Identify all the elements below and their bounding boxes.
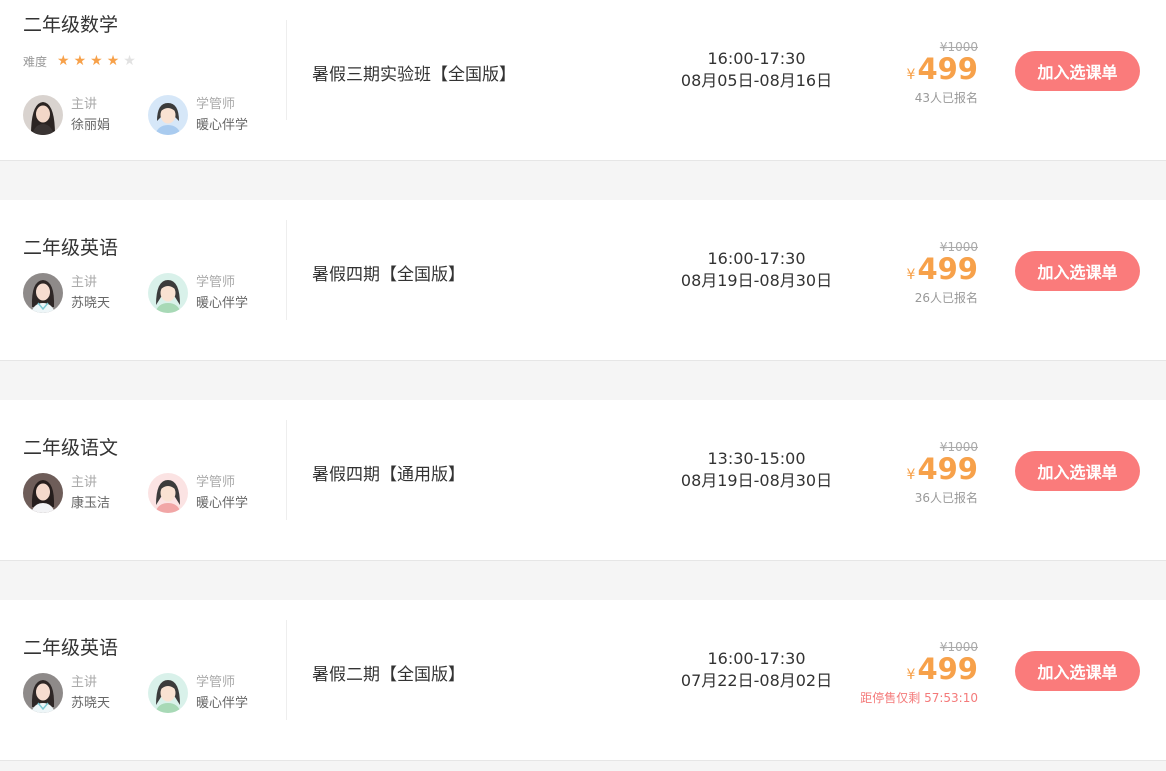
price-block: ¥1000 ¥499 36人已报名 [818, 440, 978, 506]
sale-countdown: 距停售仅剩 57:53:10 [860, 691, 978, 705]
teacher-role-label: 主讲 [71, 475, 98, 490]
assistant-info[interactable]: 学管师 暖心伴学 [148, 672, 248, 714]
teacher-avatar[interactable] [23, 673, 63, 713]
star-filled-icon: ★ [57, 53, 70, 69]
add-to-cart-button[interactable]: 加入选课单 [1015, 51, 1140, 91]
divider [286, 220, 287, 320]
assistant-name: 暖心伴学 [196, 296, 249, 311]
class-name[interactable]: 暑假四期【通用版】 [312, 460, 465, 485]
price-amount: 499 [917, 252, 978, 286]
price-block: ¥1000 ¥499 距停售仅剩 57:53:10 [818, 640, 978, 706]
teacher-name: 苏晓天 [71, 696, 111, 711]
assistant-name: 暖心伴学 [196, 118, 249, 133]
current-price: ¥499 [818, 254, 978, 290]
teacher-role-label: 主讲 [71, 675, 98, 690]
course-subject: 二年级英语 [23, 237, 119, 259]
star-filled-icon: ★ [90, 53, 103, 69]
class-name[interactable]: 暑假二期【全国版】 [312, 660, 465, 685]
assistant-name: 暖心伴学 [196, 496, 249, 511]
divider [286, 620, 287, 720]
teacher-info[interactable]: 主讲 康玉洁 [23, 472, 110, 514]
current-price: ¥499 [818, 454, 978, 490]
course-card: 二年级英语 主讲 苏晓天 [0, 600, 1166, 761]
price-block: ¥1000 ¥499 43人已报名 [818, 40, 978, 106]
teacher-name: 康玉洁 [71, 496, 111, 511]
currency-symbol: ¥ [906, 667, 916, 683]
teacher-avatar[interactable] [23, 95, 63, 135]
teacher-avatar[interactable] [23, 473, 63, 513]
class-name[interactable]: 暑假三期实验班【全国版】 [312, 60, 516, 85]
add-to-cart-button[interactable]: 加入选课单 [1015, 451, 1140, 491]
currency-symbol: ¥ [906, 467, 916, 483]
assistant-role-label: 学管师 [196, 475, 236, 490]
teacher-name: 徐丽娟 [71, 118, 111, 133]
divider [286, 20, 287, 120]
class-name[interactable]: 暑假四期【全国版】 [312, 260, 465, 285]
current-price: ¥499 [818, 54, 978, 90]
add-to-cart-button[interactable]: 加入选课单 [1015, 251, 1140, 291]
course-list: 二年级数学 难度 ★ ★ ★ ★ ★ 主讲 徐丽娟 学管师 暖心伴学 暑假三期实… [0, 0, 1166, 771]
enrolled-count: 36人已报名 [914, 491, 978, 505]
assistant-name: 暖心伴学 [196, 696, 249, 711]
assistant-avatar[interactable] [148, 673, 188, 713]
course-card: 二年级语文 主讲 康玉洁 学管师 暖心伴学 暑假四期【通用版】 13:30-15… [0, 400, 1166, 561]
assistant-role-label: 学管师 [196, 275, 236, 290]
course-card: 二年级数学 难度 ★ ★ ★ ★ ★ 主讲 徐丽娟 学管师 暖心伴学 暑假三期实… [0, 0, 1166, 161]
assistant-avatar[interactable] [148, 95, 188, 135]
assistant-role-label: 学管师 [196, 97, 236, 112]
teacher-role-label: 主讲 [71, 275, 98, 290]
teacher-info[interactable]: 主讲 徐丽娟 [23, 94, 110, 136]
assistant-avatar[interactable] [148, 273, 188, 313]
course-subject: 二年级数学 [23, 14, 119, 36]
course-subject: 二年级语文 [23, 437, 119, 459]
teacher-info[interactable]: 主讲 苏晓天 [23, 272, 110, 314]
teacher-name: 苏晓天 [71, 296, 111, 311]
price-amount: 499 [917, 452, 978, 486]
difficulty-rating: 难度 ★ ★ ★ ★ ★ [23, 52, 140, 70]
currency-symbol: ¥ [906, 67, 916, 83]
course-subject: 二年级英语 [23, 637, 119, 659]
star-empty-icon: ★ [123, 53, 136, 69]
currency-symbol: ¥ [906, 267, 916, 283]
assistant-role-label: 学管师 [196, 675, 236, 690]
assistant-info[interactable]: 学管师 暖心伴学 [148, 472, 248, 514]
teacher-role-label: 主讲 [71, 97, 98, 112]
enrolled-count: 43人已报名 [914, 91, 978, 105]
star-filled-icon: ★ [73, 53, 87, 69]
divider [286, 420, 287, 520]
assistant-info[interactable]: 学管师 暖心伴学 [148, 94, 248, 136]
enrolled-count: 26人已报名 [914, 291, 978, 305]
current-price: ¥499 [818, 654, 978, 690]
course-card: 二年级英语 主讲 苏晓天 [0, 200, 1166, 361]
assistant-avatar[interactable] [148, 473, 188, 513]
price-block: ¥1000 ¥499 26人已报名 [818, 240, 978, 306]
difficulty-label: 难度 [23, 54, 48, 69]
star-filled-icon: ★ [106, 53, 120, 69]
teacher-info[interactable]: 主讲 苏晓天 [23, 672, 110, 714]
price-amount: 499 [917, 652, 978, 686]
price-amount: 499 [917, 52, 978, 86]
teacher-avatar[interactable] [23, 273, 63, 313]
assistant-info[interactable]: 学管师 暖心伴学 [148, 272, 248, 314]
add-to-cart-button[interactable]: 加入选课单 [1015, 651, 1140, 691]
